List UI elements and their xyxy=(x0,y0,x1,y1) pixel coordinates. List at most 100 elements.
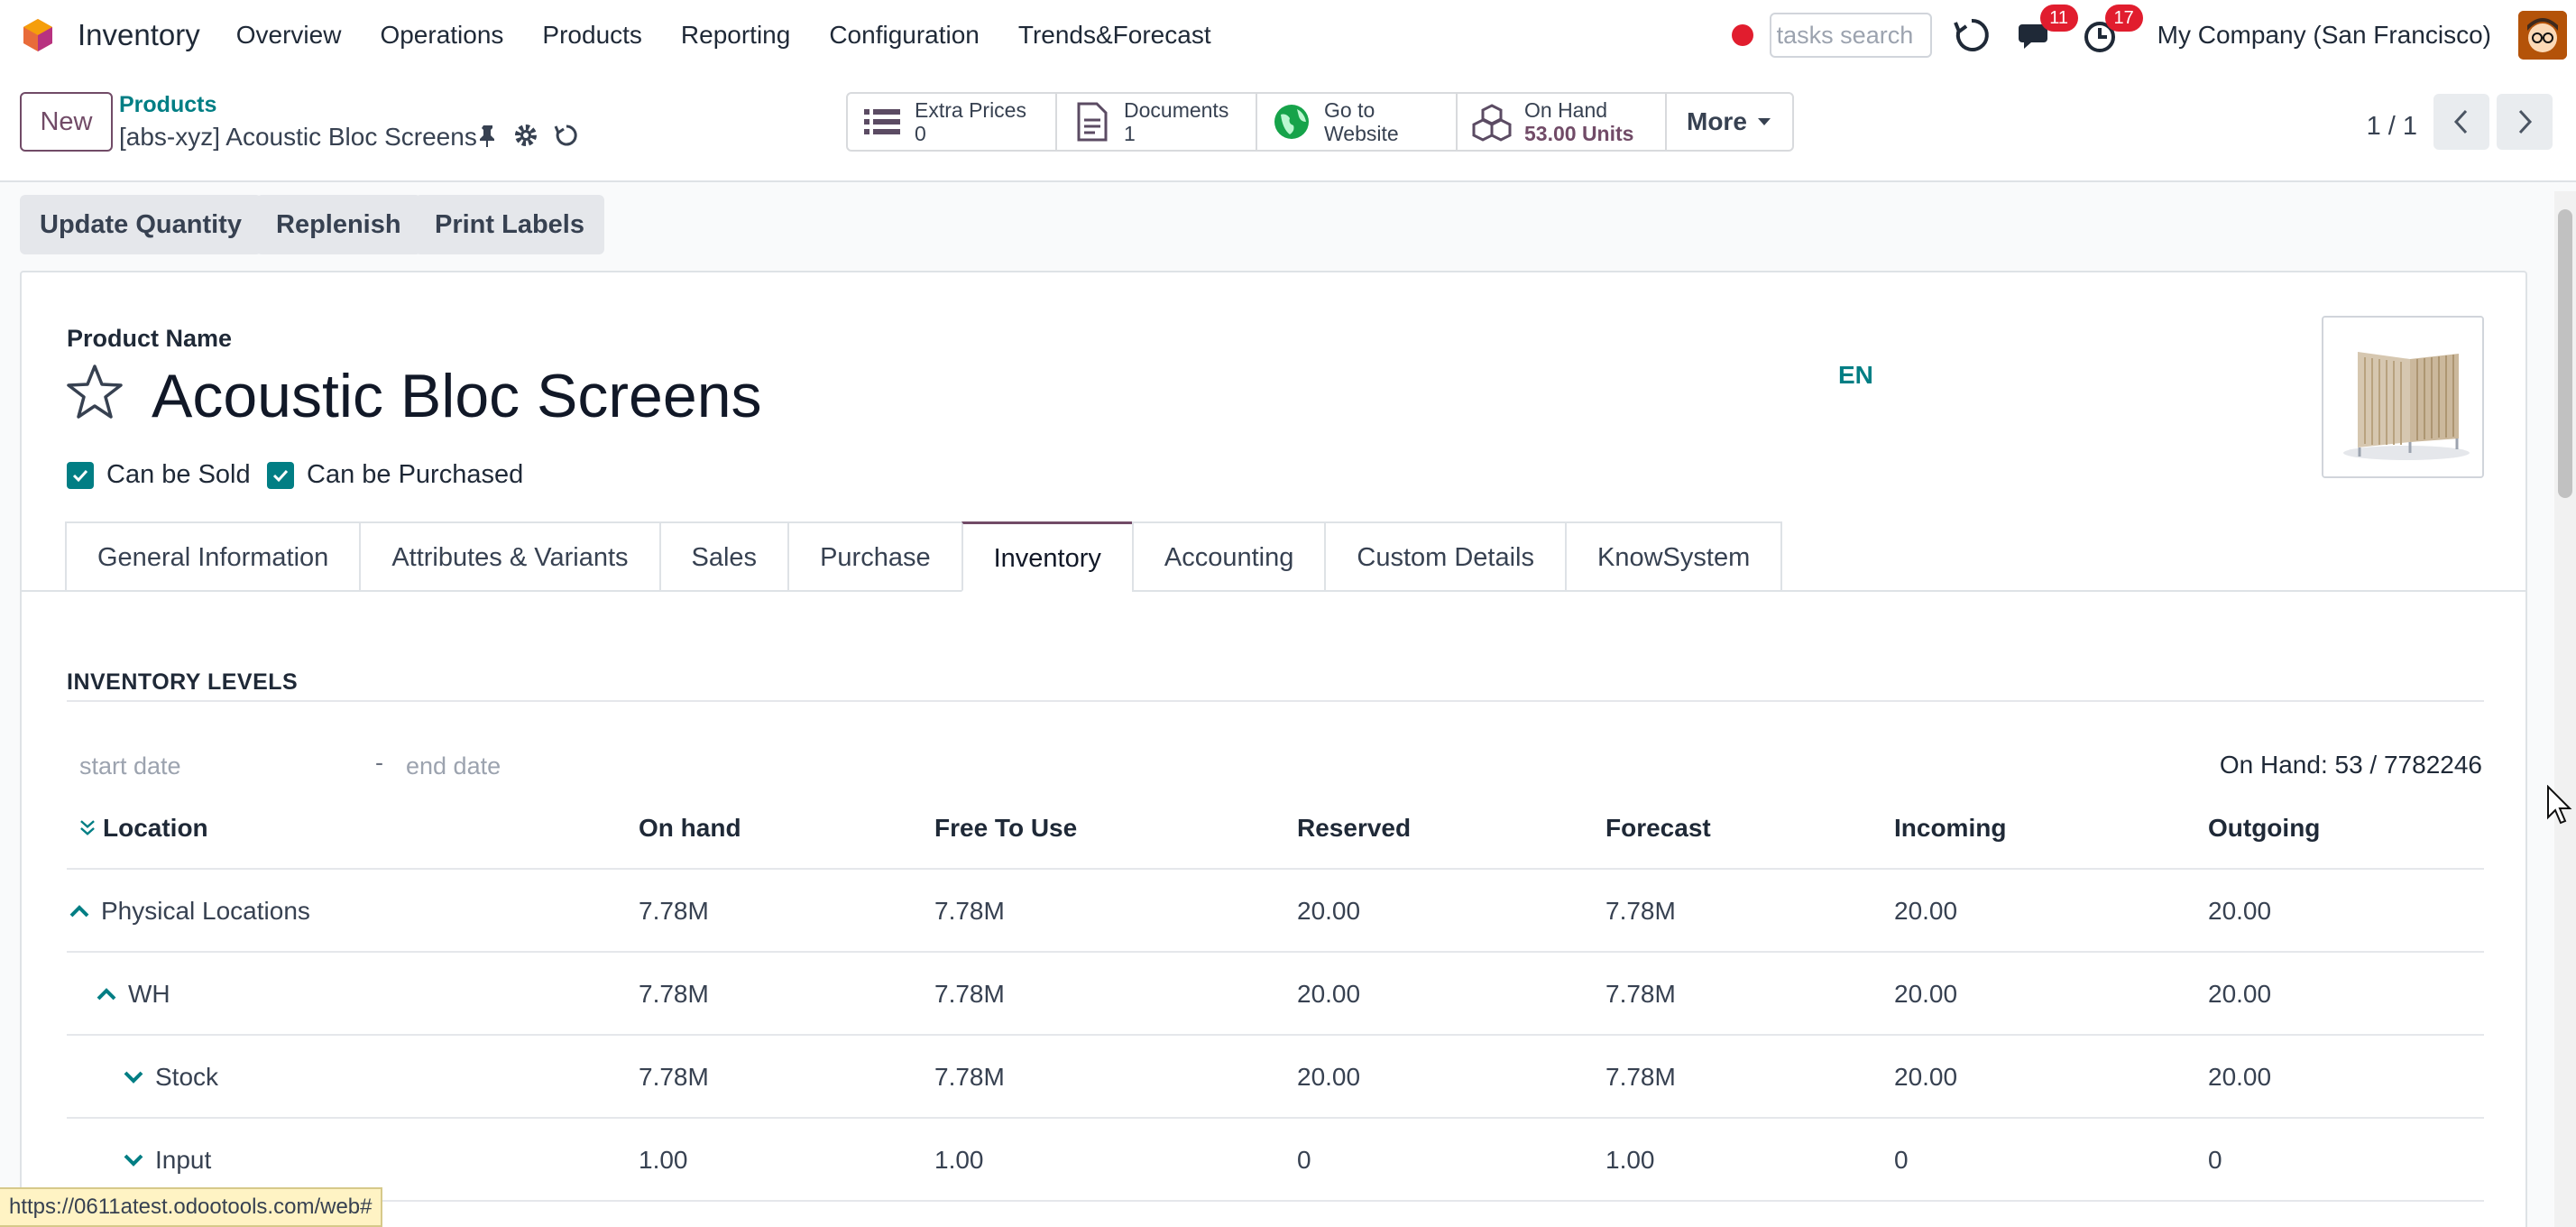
free-to-use-cell: 7.78M xyxy=(934,897,1005,925)
incoming-cell: 20.00 xyxy=(1894,897,1958,925)
tab-inventory[interactable]: Inventory xyxy=(961,521,1132,592)
table-row[interactable]: WH 7.78M 7.78M 20.00 7.78M 20.00 20.00 xyxy=(67,953,2484,1036)
can-be-purchased-label: Can be Purchased xyxy=(307,460,524,489)
menu-products[interactable]: Products xyxy=(542,21,642,50)
product-image[interactable] xyxy=(2322,316,2484,478)
recording-indicator-icon[interactable] xyxy=(1731,24,1753,46)
refresh-icon[interactable] xyxy=(1952,15,1992,55)
language-button[interactable]: EN xyxy=(1838,361,1873,390)
gear-icon[interactable] xyxy=(514,124,538,147)
pager-previous-button[interactable] xyxy=(2433,94,2489,150)
favorite-star-icon[interactable] xyxy=(65,363,124,422)
notebook-tabs: General Information Attributes & Variant… xyxy=(65,521,1783,592)
outgoing-cell: 0 xyxy=(2208,1146,2222,1174)
table-row[interactable]: Input 1.00 1.00 0 1.00 0 0 xyxy=(67,1119,2484,1202)
caret-down-icon xyxy=(1757,118,1771,125)
column-on-hand[interactable]: On hand xyxy=(639,787,741,870)
control-panel: New Products [abs-xyz] Acoustic Bloc Scr… xyxy=(0,70,2576,182)
reserved-cell: 0 xyxy=(1297,1146,1311,1174)
product-name-field[interactable]: Acoustic Bloc Screens xyxy=(152,361,762,431)
documents-label: Documents xyxy=(1124,98,1229,122)
scrollbar-thumb[interactable] xyxy=(2558,209,2572,498)
date-separator: - xyxy=(375,749,383,776)
replenish-button[interactable]: Replenish xyxy=(256,195,421,254)
messages-button[interactable]: 11 xyxy=(2017,5,2078,55)
free-to-use-cell: 7.78M xyxy=(934,1063,1005,1091)
location-name: WH xyxy=(128,980,170,1008)
tab-attributes-variants[interactable]: Attributes & Variants xyxy=(359,521,659,592)
end-date-input[interactable]: end date xyxy=(406,752,501,780)
user-avatar[interactable] xyxy=(2518,11,2567,60)
update-quantity-button[interactable]: Update Quantity xyxy=(20,195,262,254)
location-cell[interactable]: WH xyxy=(94,953,170,1036)
breadcrumb-products[interactable]: Products xyxy=(119,92,216,118)
pager-next-button[interactable] xyxy=(2497,94,2553,150)
inventory-app-icon[interactable] xyxy=(20,17,56,53)
can-be-purchased-checkbox[interactable]: Can be Purchased xyxy=(267,460,523,490)
tab-sales[interactable]: Sales xyxy=(658,521,788,592)
inventory-table-header: Location On hand Free To Use Reserved Fo… xyxy=(67,787,2484,870)
column-location[interactable]: Location xyxy=(78,787,208,870)
column-outgoing[interactable]: Outgoing xyxy=(2208,787,2320,870)
activities-button[interactable]: 17 xyxy=(2082,5,2143,55)
on-hand-button[interactable]: On Hand 53.00 Units xyxy=(1458,94,1667,150)
discard-refresh-icon[interactable] xyxy=(554,123,579,148)
more-button[interactable]: More xyxy=(1667,94,1792,150)
product-screen-image xyxy=(2323,318,2482,476)
vertical-scrollbar[interactable] xyxy=(2554,191,2576,1227)
extra-prices-value: 0 xyxy=(915,122,926,145)
pin-icon[interactable] xyxy=(478,124,498,147)
tab-knowsystem[interactable]: KnowSystem xyxy=(1565,521,1783,592)
app-name[interactable]: Inventory xyxy=(78,18,200,52)
on-hand-cell: 1.00 xyxy=(639,1146,688,1174)
go-to-website-value: Website xyxy=(1324,122,1399,145)
tab-custom-details[interactable]: Custom Details xyxy=(1324,521,1565,592)
table-row[interactable]: Stock 7.78M 7.78M 20.00 7.78M 20.00 20.0… xyxy=(67,1036,2484,1119)
go-to-website-label: Go to xyxy=(1324,98,1375,122)
chevron-right-icon xyxy=(2518,109,2533,134)
documents-button[interactable]: Documents 1 xyxy=(1057,94,1257,150)
reserved-cell: 20.00 xyxy=(1297,897,1361,925)
location-cell[interactable]: Stock xyxy=(121,1036,218,1119)
column-forecast[interactable]: Forecast xyxy=(1605,787,1711,870)
inventory-levels-title: INVENTORY LEVELS xyxy=(67,669,299,695)
breadcrumb-current: [abs-xyz] Acoustic Bloc Screens xyxy=(119,123,477,151)
column-incoming[interactable]: Incoming xyxy=(1894,787,2006,870)
start-date-input[interactable]: start date xyxy=(79,752,181,780)
menu-overview[interactable]: Overview xyxy=(236,21,342,50)
user-avatar-icon xyxy=(2518,11,2567,60)
messages-badge: 11 xyxy=(2039,5,2078,32)
tasks-search-input[interactable]: tasks search xyxy=(1769,13,1932,58)
tab-purchase[interactable]: Purchase xyxy=(787,521,961,592)
table-row[interactable]: Physical Locations 7.78M 7.78M 20.00 7.7… xyxy=(67,870,2484,953)
checkbox-checked-icon xyxy=(67,461,94,489)
go-to-website-button[interactable]: Go to Website xyxy=(1257,94,1458,150)
menu-trends-forecast[interactable]: Trends&Forecast xyxy=(1018,21,1211,50)
column-free-to-use[interactable]: Free To Use xyxy=(934,787,1077,870)
status-url-tooltip: https://0611atest.odootools.com/web# xyxy=(0,1187,383,1227)
location-cell[interactable]: Physical Locations xyxy=(67,870,310,953)
location-name: Physical Locations xyxy=(101,897,310,925)
document-icon xyxy=(1077,102,1108,142)
outgoing-cell: 20.00 xyxy=(2208,1063,2272,1091)
pager-value[interactable]: 1 / 1 xyxy=(2367,112,2417,142)
forecast-cell: 1.00 xyxy=(1605,1146,1655,1174)
free-to-use-cell: 1.00 xyxy=(934,1146,984,1174)
chevron-up-icon xyxy=(97,988,116,1001)
top-navbar: Inventory Overview Operations Products R… xyxy=(0,0,2576,70)
incoming-cell: 0 xyxy=(1894,1146,1909,1174)
company-switcher[interactable]: My Company (San Francisco) xyxy=(2157,21,2491,50)
print-labels-button[interactable]: Print Labels xyxy=(415,195,604,254)
chevron-down-icon xyxy=(124,1154,143,1167)
menu-operations[interactable]: Operations xyxy=(380,21,503,50)
menu-configuration[interactable]: Configuration xyxy=(829,21,980,50)
tab-general-information[interactable]: General Information xyxy=(65,521,360,592)
outgoing-cell: 20.00 xyxy=(2208,897,2272,925)
can-be-sold-checkbox[interactable]: Can be Sold xyxy=(67,460,251,490)
column-reserved[interactable]: Reserved xyxy=(1297,787,1411,870)
extra-prices-button[interactable]: Extra Prices 0 xyxy=(848,94,1057,150)
tab-accounting[interactable]: Accounting xyxy=(1131,521,1325,592)
new-button[interactable]: New xyxy=(20,92,113,152)
more-label: More xyxy=(1687,107,1747,135)
menu-reporting[interactable]: Reporting xyxy=(681,21,790,50)
